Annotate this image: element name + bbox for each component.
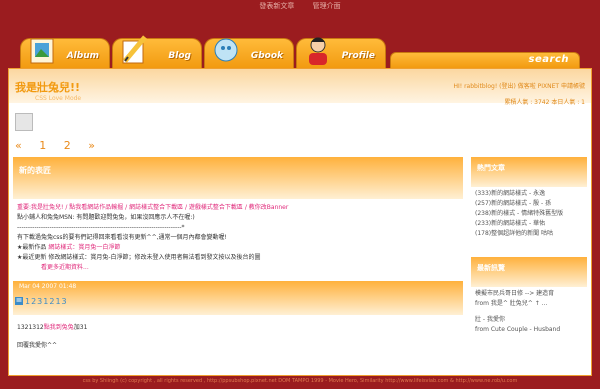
sidebar-new-header: 最新訊覽: [471, 257, 587, 287]
list-item[interactable]: (178)整個超詳他的新聞 咕咕: [475, 229, 583, 239]
search-tab[interactable]: search: [390, 52, 580, 68]
new-link[interactable]: 網誌樣式：賞月兔一白淨節: [48, 244, 120, 251]
tab-album-label: Album: [66, 51, 99, 61]
post-1-links[interactable]: 重要:我是壯兔兒! / 點我看網誌作品輸掘 / 網誌樣式整合下載區 / 遊戲樣式…: [17, 203, 459, 213]
post-1-msn: 點小鋪人和兔兔MSN: 有問題歡迎問兔兔，如果沒回應示人不在喔:): [17, 214, 195, 221]
list-item[interactable]: (233)新的網誌樣式 - 華佑: [475, 219, 583, 229]
sidebar-hot: 熱門文章 (333)新的網誌樣式 - 永逸 (257)新的網誌樣式 - 殷 - …: [471, 157, 587, 241]
post-1-title[interactable]: 新的表匠: [19, 165, 51, 176]
list-item[interactable]: 壯 - 我愛你: [475, 315, 583, 325]
new-post-link[interactable]: 發表新文章: [259, 2, 294, 10]
gbook-icon: [214, 38, 238, 62]
tab-gbook-label: Gbook: [250, 51, 283, 61]
page-2-link[interactable]: 2: [64, 139, 71, 152]
tab-blog[interactable]: Blog: [112, 35, 202, 68]
prev-page-button[interactable]: «: [15, 139, 22, 152]
tab-profile-label: Profile: [341, 51, 375, 61]
post-1: 新的表匠 重要:我是壯兔兒! / 點我看網誌作品輸掘 / 網誌樣式整合下載區 /…: [13, 157, 463, 277]
post-icon: [15, 297, 23, 305]
tab-album[interactable]: Album: [20, 38, 110, 68]
tab-blog-label: Blog: [168, 51, 191, 61]
post-2-header: Mar 04 2007 01:48 1231213: [13, 281, 463, 315]
pagination: « 1 2 »: [15, 139, 109, 152]
tab-profile[interactable]: Profile: [296, 37, 386, 68]
more-link[interactable]: 看更多近期資料...: [17, 263, 459, 273]
sidebar-new: 最新訊覽 模擬市民兵哥日修 --> 建造育 from 我是^ 壯兔兒^ ↑ ..…: [471, 257, 587, 337]
page-1-link[interactable]: 1: [39, 139, 46, 152]
sidebar-hot-header: 熱門文章: [471, 157, 587, 187]
post-2-title[interactable]: 1231213: [25, 297, 68, 306]
new-list: 模擬市民兵哥日修 --> 建造育 from 我是^ 壯兔兒^ ↑ ... 壯 -…: [471, 287, 587, 337]
main-column: 新的表匠 重要:我是壯兔兒! / 點我看網誌作品輸掘 / 網誌樣式整合下載區 /…: [13, 157, 463, 355]
list-item: from Cute Couple - Husband: [475, 326, 561, 333]
next-page-button[interactable]: »: [88, 139, 95, 152]
admin-link[interactable]: 管理介面: [313, 2, 341, 10]
page-container: 我是壯兔兒!! CSS Love Mode HI! rabbitblog! (登…: [8, 68, 592, 376]
list-item[interactable]: (238)新的樣式 - 情緒特殊舊型版: [475, 209, 583, 219]
list-item[interactable]: (333)新的網誌樣式 - 永逸: [475, 189, 583, 199]
hot-list: (333)新的網誌樣式 - 永逸 (257)新的網誌樣式 - 殷 - 孫 (23…: [471, 187, 587, 241]
post-1-update: 有下載過兔兔css的要有們記得回來看看沒有更新^^,通常一個月內都會變動喔!: [17, 234, 227, 241]
blog-pencil-icon: [122, 35, 147, 64]
upd-text: 修改網誌樣式：賞月兔-白淨節；修改未登入使用者無法看到發文按以及後台的圖: [48, 254, 261, 261]
post-2-reply[interactable]: 回覆我愛你^^: [17, 341, 459, 351]
list-item[interactable]: 模擬市民兵哥日修 --> 建造育: [475, 289, 583, 299]
site-header: 我是壯兔兒!! CSS Love Mode HI! rabbitblog! (登…: [9, 69, 591, 106]
post-2-body-suffix: 加31: [73, 324, 88, 331]
tab-gbook[interactable]: Gbook: [204, 38, 294, 68]
album-icon: [30, 38, 54, 64]
site-subtitle: CSS Love Mode: [35, 95, 82, 102]
hit-counter: 累積人氣 : 3742 本日人氣 : 1: [504, 99, 585, 106]
post-2-date: Mar 04 2007 01:48: [19, 283, 77, 290]
post-2-body: 1321312點我到兔兔加31 回覆我愛你^^: [13, 315, 463, 355]
post-2: Mar 04 2007 01:48 1231213 1321312點我到兔兔加3…: [13, 281, 463, 355]
avatar: [15, 113, 33, 131]
site-title[interactable]: 我是壯兔兒!!: [15, 79, 80, 95]
top-nav: 發表新文章 管理介面: [0, 1, 600, 11]
sidebar-new-title: 最新訊覽: [477, 264, 505, 272]
list-item: from 我是^ 壯兔兒^ ↑ ...: [475, 300, 548, 307]
new-label: ★最新作品: [17, 244, 47, 251]
post-1-dash: ----------------------------------------…: [17, 224, 185, 231]
sidebar-hot-title: 熱門文章: [477, 164, 505, 172]
search-label: search: [528, 54, 569, 65]
list-item[interactable]: (257)新的網誌樣式 - 殷 - 孫: [475, 199, 583, 209]
profile-icon: [309, 37, 327, 65]
post-2-body-link[interactable]: 點我到兔兔: [44, 324, 74, 331]
post-1-body: 重要:我是壯兔兒! / 點我看網誌作品輸掘 / 網誌樣式整合下載區 / 遊戲樣式…: [13, 199, 463, 277]
upd-label: ★最近更新: [17, 254, 47, 261]
footer: css by Shiingh (c) copyright , all right…: [82, 378, 518, 384]
post-1-header: 新的表匠: [13, 157, 463, 199]
post-2-body-prefix: 1321312: [17, 324, 44, 331]
user-links[interactable]: HI! rabbitblog! (登出) 做客啦 PIXNET 申請帳號: [454, 81, 586, 90]
